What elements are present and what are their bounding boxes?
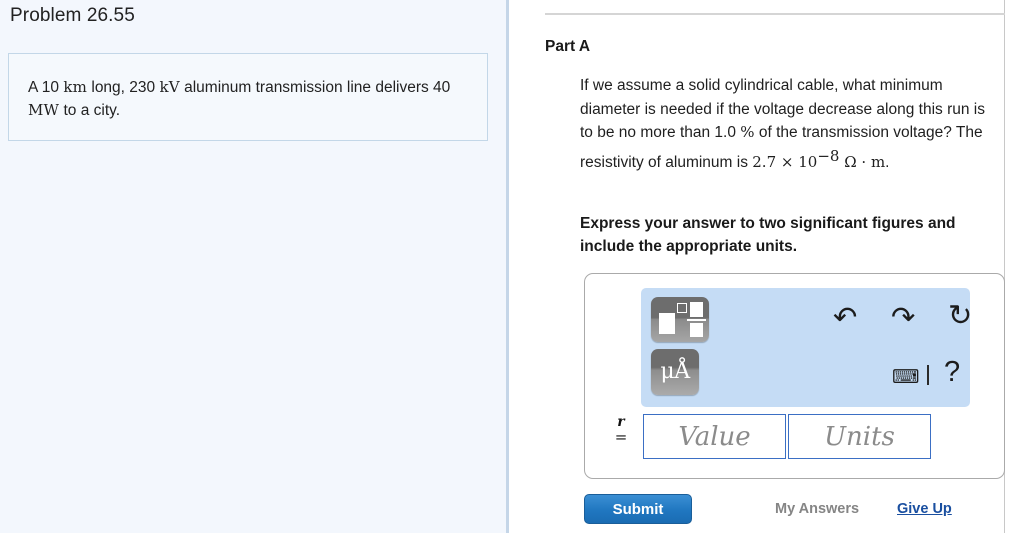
undo-icon[interactable]: ↶ xyxy=(833,304,857,333)
percent-symbol: % xyxy=(740,123,755,141)
statement-segment-1: A 10 xyxy=(28,79,64,96)
part-heading: Part A xyxy=(545,38,591,55)
statement-segment-4: to a city. xyxy=(59,102,121,119)
question-segment-3: . xyxy=(885,153,890,171)
give-up-link[interactable]: Give Up xyxy=(897,501,952,517)
problem-statement-text: A 10 km long, 230 kV aluminum transmissi… xyxy=(28,76,468,122)
statement-segment-2: long, 230 xyxy=(87,79,160,96)
reset-icon[interactable]: ↻ xyxy=(948,302,972,331)
unit-km: km xyxy=(63,78,88,96)
help-icon[interactable]: ? xyxy=(944,358,960,387)
unit-kv: kV xyxy=(159,78,180,96)
my-answers-link[interactable]: My Answers xyxy=(775,501,859,517)
answer-panel: Part A If we assume a solid cylindrical … xyxy=(512,0,1024,533)
resistivity-exponent: −8 xyxy=(817,146,840,165)
page-title: Problem 26.55 xyxy=(10,5,135,26)
template-superscript-glyph xyxy=(677,303,687,313)
template-denominator-glyph xyxy=(690,323,703,337)
math-toolbar: μÅ ↶ ↷ ↻ ⌨ ? xyxy=(641,288,972,407)
math-template-icon[interactable] xyxy=(651,297,709,342)
section-divider xyxy=(545,13,1005,15)
statement-segment-3: aluminum transmission line delivers 40 xyxy=(179,79,451,96)
unit-picker-icon[interactable]: μÅ xyxy=(651,349,699,395)
submit-button[interactable]: Submit xyxy=(584,494,692,524)
resistivity-mantissa: 2.7 × 10 xyxy=(752,152,818,171)
value-input[interactable] xyxy=(643,414,786,459)
template-base-glyph xyxy=(659,313,675,334)
problem-statement-box: A 10 km long, 230 kV aluminum transmissi… xyxy=(8,53,488,141)
toolbar-separator xyxy=(927,365,929,385)
redo-icon[interactable]: ↷ xyxy=(891,304,915,333)
template-fraction-bar xyxy=(687,319,706,321)
variable-label: r = xyxy=(609,415,633,445)
unit-mw: MW xyxy=(28,101,60,119)
answer-instruction: Express your answer to two significant f… xyxy=(580,215,956,255)
equals-sign: = xyxy=(614,428,628,446)
keyboard-icon[interactable]: ⌨ xyxy=(892,368,919,387)
template-numerator-glyph xyxy=(690,302,703,317)
answer-entry-box: μÅ ↶ ↷ ↻ ⌨ ? r = xyxy=(584,273,1005,479)
resistivity-units: Ω · m xyxy=(839,152,886,171)
problem-panel: Problem 26.55 A 10 km long, 230 kV alumi… xyxy=(0,0,509,533)
units-input[interactable] xyxy=(788,414,931,459)
question-text: If we assume a solid cylindrical cable, … xyxy=(580,74,990,174)
